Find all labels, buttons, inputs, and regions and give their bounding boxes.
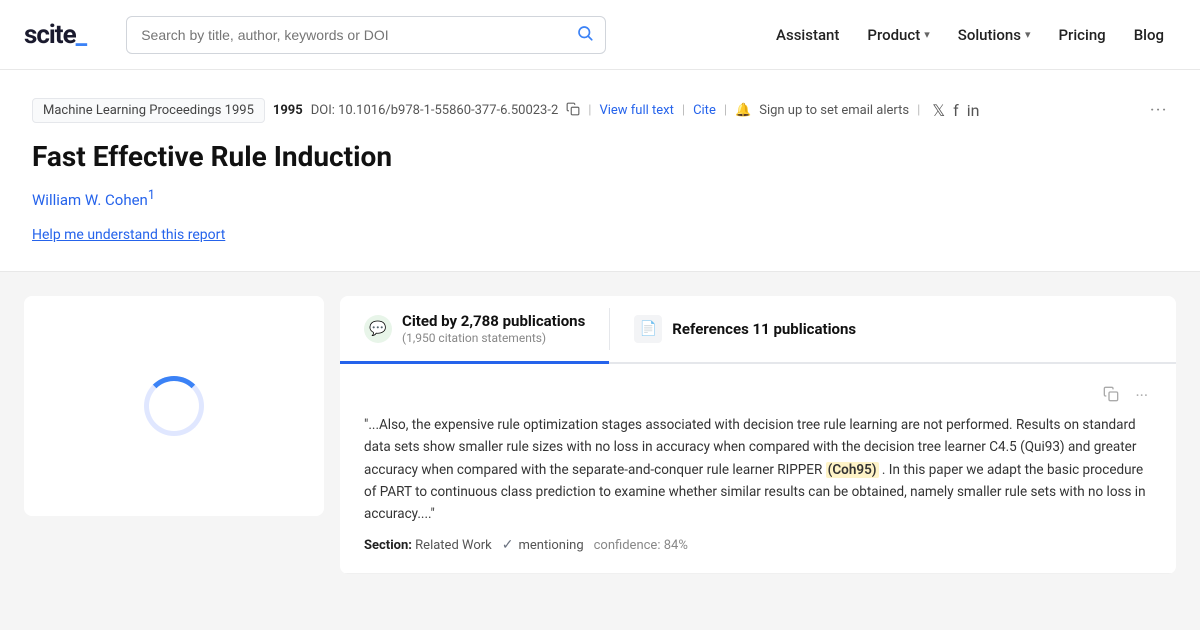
article-meta: Machine Learning Proceedings 1995 1995 D… <box>32 98 1168 123</box>
alert-label[interactable]: Sign up to set email alerts <box>759 103 909 118</box>
tab-cited-by[interactable]: 💬 Cited by 2,788 publications (1,950 cit… <box>340 296 609 364</box>
social-icons: 𝕏 f in <box>932 101 979 120</box>
more-options-icon[interactable]: ··· <box>1150 103 1168 118</box>
loading-spinner <box>144 376 204 436</box>
publication-year: 1995 <box>273 103 303 118</box>
navbar: scite_ Assistant Product ▾ Solutions ▾ P… <box>0 0 1200 70</box>
twitter-icon[interactable]: 𝕏 <box>932 101 945 120</box>
citation-highlight: (Coh95) <box>826 462 879 478</box>
copy-citation-icon[interactable] <box>1099 384 1123 408</box>
author-link[interactable]: William W. Cohen1 <box>32 191 155 209</box>
separator: | <box>588 103 591 118</box>
bell-icon: 🔔 <box>735 103 751 118</box>
logo-underscore: _ <box>76 20 87 50</box>
copy-doi-icon[interactable] <box>566 102 580 120</box>
citation-meta: Section: Related Work ✓ mentioning confi… <box>364 537 1152 553</box>
article-authors: William W. Cohen1 <box>32 188 1168 209</box>
more-citation-options-icon[interactable]: ··· <box>1131 384 1152 408</box>
citations-tabs: 💬 Cited by 2,788 publications (1,950 cit… <box>340 296 1176 364</box>
citations-panel: 💬 Cited by 2,788 publications (1,950 cit… <box>340 296 1176 574</box>
help-link-container: Help me understand this report <box>32 227 1168 243</box>
search-input[interactable] <box>126 16 606 54</box>
view-full-text-link[interactable]: View full text <box>599 103 673 118</box>
tab-cited-by-sub: (1,950 citation statements) <box>402 331 585 345</box>
linkedin-icon[interactable]: in <box>967 101 980 120</box>
sidebar-loading <box>24 296 324 516</box>
separator: | <box>724 103 727 118</box>
nav-links: Assistant Product ▾ Solutions ▾ Pricing … <box>764 18 1176 52</box>
check-icon: ✓ <box>502 537 514 553</box>
cite-link[interactable]: Cite <box>693 103 716 118</box>
mentioning-badge: ✓ mentioning <box>502 537 584 553</box>
citation-card-header: ··· <box>364 384 1152 408</box>
section-label: Section: Related Work <box>364 538 492 553</box>
nav-item-blog[interactable]: Blog <box>1122 18 1176 52</box>
mentioning-label: mentioning <box>519 538 584 553</box>
journal-tag: Machine Learning Proceedings 1995 <box>32 98 265 123</box>
main-content: 💬 Cited by 2,788 publications (1,950 cit… <box>0 272 1200 574</box>
search-icon[interactable] <box>576 24 594 46</box>
nav-item-product[interactable]: Product ▾ <box>855 18 941 52</box>
chevron-down-icon: ▾ <box>924 28 930 41</box>
logo[interactable]: scite_ <box>24 20 86 50</box>
citation-card: ··· "...Also, the expensive rule optimiz… <box>340 364 1176 574</box>
doi-label: DOI: 10.1016/b978-1-55860-377-6.50023-2 <box>311 103 559 118</box>
chevron-down-icon: ▾ <box>1025 28 1031 41</box>
nav-item-solutions[interactable]: Solutions ▾ <box>946 18 1043 52</box>
citation-text: "...Also, the expensive rule optimizatio… <box>364 414 1152 525</box>
chat-icon: 💬 <box>364 315 392 343</box>
nav-item-pricing[interactable]: Pricing <box>1046 18 1117 52</box>
tab-cited-by-label: Cited by 2,788 publications <box>402 312 585 330</box>
facebook-icon[interactable]: f <box>953 101 959 120</box>
search-bar-container <box>126 16 606 54</box>
tab-references-info: References 11 publications <box>672 320 856 338</box>
help-link[interactable]: Help me understand this report <box>32 227 225 243</box>
tab-cited-by-info: Cited by 2,788 publications (1,950 citat… <box>402 312 585 345</box>
article-title: Fast Effective Rule Induction <box>32 139 1168 174</box>
tab-references-label: References 11 publications <box>672 320 856 338</box>
article-section: Machine Learning Proceedings 1995 1995 D… <box>0 70 1200 272</box>
nav-item-assistant[interactable]: Assistant <box>764 18 851 52</box>
tab-references[interactable]: 📄 References 11 publications <box>610 296 880 362</box>
separator: | <box>682 103 685 118</box>
separator: | <box>917 103 920 118</box>
confidence-label: confidence: 84% <box>594 538 688 553</box>
document-icon: 📄 <box>634 315 662 343</box>
